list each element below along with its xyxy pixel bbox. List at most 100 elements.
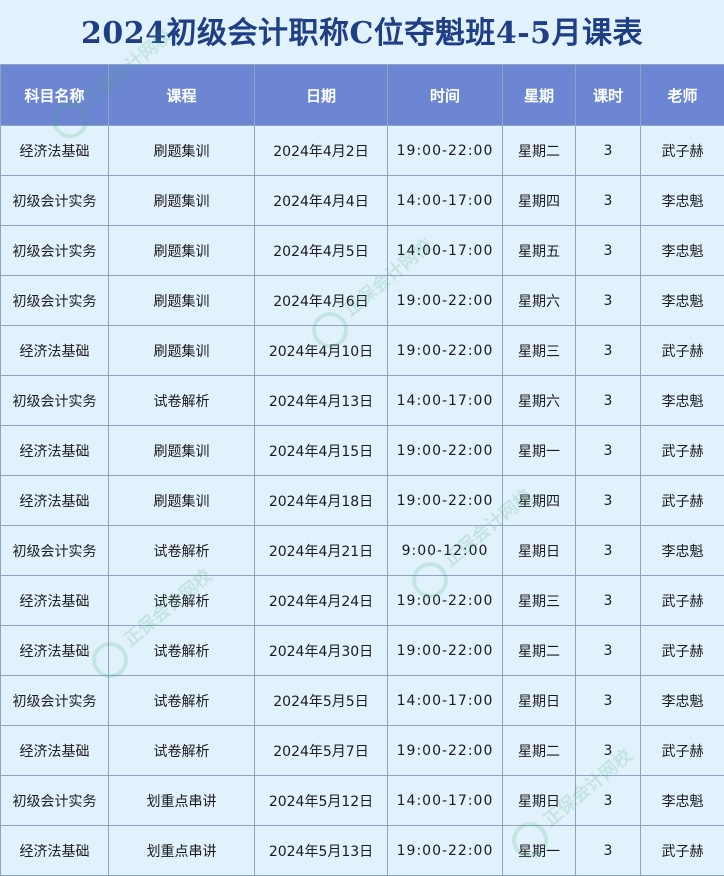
table-row: 经济法基础 试卷解析 2024年5月7日 19:00-22:00 星期二 3 武… (0, 725, 724, 776)
column-header-time: 时间 (387, 64, 503, 126)
cell-hours: 3 (575, 375, 641, 426)
cell-time: 19:00-22:00 (387, 575, 503, 626)
schedule-table: 科目名称 课程 日期 时间 星期 课时 老师 经济法基础 刷题集训 2024年4… (0, 64, 724, 876)
column-header-subject: 科目名称 (0, 64, 109, 126)
cell-date: 2024年5月13日 (254, 825, 388, 876)
cell-weekday: 星期六 (502, 275, 576, 326)
cell-subject: 经济法基础 (0, 725, 109, 776)
table-row: 初级会计实务 刷题集训 2024年4月6日 19:00-22:00 星期六 3 … (0, 275, 724, 326)
cell-subject: 初级会计实务 (0, 775, 109, 826)
cell-subject: 初级会计实务 (0, 225, 109, 276)
cell-subject: 经济法基础 (0, 425, 109, 476)
table-row: 经济法基础 刷题集训 2024年4月2日 19:00-22:00 星期二 3 武… (0, 125, 724, 176)
table-row: 初级会计实务 刷题集训 2024年4月4日 14:00-17:00 星期四 3 … (0, 175, 724, 226)
cell-teacher: 武子赫 (640, 425, 724, 476)
cell-date: 2024年4月2日 (254, 125, 388, 176)
cell-teacher: 李忠魁 (640, 775, 724, 826)
cell-course: 试卷解析 (108, 575, 255, 626)
cell-course: 刷题集训 (108, 475, 255, 526)
table-row: 经济法基础 刷题集训 2024年4月15日 19:00-22:00 星期一 3 … (0, 425, 724, 476)
column-header-course: 课程 (108, 64, 255, 126)
cell-weekday: 星期六 (502, 375, 576, 426)
table-row: 经济法基础 刷题集训 2024年4月18日 19:00-22:00 星期四 3 … (0, 475, 724, 526)
cell-time: 19:00-22:00 (387, 125, 503, 176)
cell-hours: 3 (575, 825, 641, 876)
cell-date: 2024年4月10日 (254, 325, 388, 376)
cell-teacher: 武子赫 (640, 825, 724, 876)
page-title: 2024初级会计职称C位夺魁班4-5月课表 (80, 16, 644, 51)
cell-date: 2024年4月5日 (254, 225, 388, 276)
cell-course: 试卷解析 (108, 525, 255, 576)
cell-hours: 3 (575, 775, 641, 826)
cell-time: 19:00-22:00 (387, 625, 503, 676)
cell-time: 14:00-17:00 (387, 225, 503, 276)
cell-course: 试卷解析 (108, 375, 255, 426)
cell-hours: 3 (575, 475, 641, 526)
cell-date: 2024年4月15日 (254, 425, 388, 476)
cell-teacher: 武子赫 (640, 725, 724, 776)
table-row: 初级会计实务 试卷解析 2024年5月5日 14:00-17:00 星期日 3 … (0, 675, 724, 726)
cell-course: 试卷解析 (108, 675, 255, 726)
table-row: 初级会计实务 试卷解析 2024年4月21日 9:00-12:00 星期日 3 … (0, 525, 724, 576)
cell-course: 刷题集训 (108, 125, 255, 176)
cell-subject: 初级会计实务 (0, 675, 109, 726)
cell-time: 19:00-22:00 (387, 275, 503, 326)
cell-teacher: 武子赫 (640, 325, 724, 376)
cell-weekday: 星期日 (502, 775, 576, 826)
cell-date: 2024年5月7日 (254, 725, 388, 776)
cell-time: 19:00-22:00 (387, 325, 503, 376)
cell-weekday: 星期二 (502, 125, 576, 176)
cell-subject: 初级会计实务 (0, 175, 109, 226)
table-row: 经济法基础 试卷解析 2024年4月30日 19:00-22:00 星期二 3 … (0, 625, 724, 676)
cell-time: 14:00-17:00 (387, 375, 503, 426)
column-header-teacher: 老师 (640, 64, 724, 126)
cell-weekday: 星期三 (502, 575, 576, 626)
column-header-date: 日期 (254, 64, 388, 126)
cell-course: 试卷解析 (108, 725, 255, 776)
cell-teacher: 武子赫 (640, 125, 724, 176)
cell-hours: 3 (575, 175, 641, 226)
cell-date: 2024年4月13日 (254, 375, 388, 426)
cell-time: 19:00-22:00 (387, 475, 503, 526)
cell-teacher: 李忠魁 (640, 675, 724, 726)
cell-course: 试卷解析 (108, 625, 255, 676)
cell-time: 14:00-17:00 (387, 775, 503, 826)
cell-weekday: 星期一 (502, 825, 576, 876)
cell-hours: 3 (575, 425, 641, 476)
cell-course: 刷题集训 (108, 175, 255, 226)
cell-hours: 3 (575, 625, 641, 676)
cell-subject: 经济法基础 (0, 825, 109, 876)
table-row: 经济法基础 试卷解析 2024年4月24日 19:00-22:00 星期三 3 … (0, 575, 724, 626)
cell-course: 划重点串讲 (108, 775, 255, 826)
cell-hours: 3 (575, 575, 641, 626)
table-row: 初级会计实务 刷题集训 2024年4月5日 14:00-17:00 星期五 3 … (0, 225, 724, 276)
cell-weekday: 星期三 (502, 325, 576, 376)
cell-hours: 3 (575, 525, 641, 576)
cell-teacher: 武子赫 (640, 475, 724, 526)
cell-hours: 3 (575, 275, 641, 326)
header-row: 科目名称 课程 日期 时间 星期 课时 老师 (0, 64, 724, 126)
cell-subject: 初级会计实务 (0, 525, 109, 576)
cell-hours: 3 (575, 225, 641, 276)
cell-subject: 经济法基础 (0, 575, 109, 626)
cell-teacher: 武子赫 (640, 625, 724, 676)
column-header-hours: 课时 (575, 64, 641, 126)
cell-subject: 经济法基础 (0, 475, 109, 526)
cell-subject: 初级会计实务 (0, 275, 109, 326)
cell-weekday: 星期二 (502, 625, 576, 676)
cell-course: 刷题集训 (108, 325, 255, 376)
cell-weekday: 星期五 (502, 225, 576, 276)
cell-teacher: 李忠魁 (640, 525, 724, 576)
cell-date: 2024年5月12日 (254, 775, 388, 826)
cell-weekday: 星期一 (502, 425, 576, 476)
cell-date: 2024年5月5日 (254, 675, 388, 726)
table-row: 经济法基础 划重点串讲 2024年5月13日 19:00-22:00 星期一 3… (0, 825, 724, 876)
cell-time: 14:00-17:00 (387, 675, 503, 726)
cell-course: 刷题集训 (108, 275, 255, 326)
cell-teacher: 武子赫 (640, 575, 724, 626)
cell-teacher: 李忠魁 (640, 375, 724, 426)
cell-course: 刷题集训 (108, 225, 255, 276)
column-header-weekday: 星期 (502, 64, 576, 126)
table-row: 经济法基础 刷题集训 2024年4月10日 19:00-22:00 星期三 3 … (0, 325, 724, 376)
cell-time: 19:00-22:00 (387, 425, 503, 476)
